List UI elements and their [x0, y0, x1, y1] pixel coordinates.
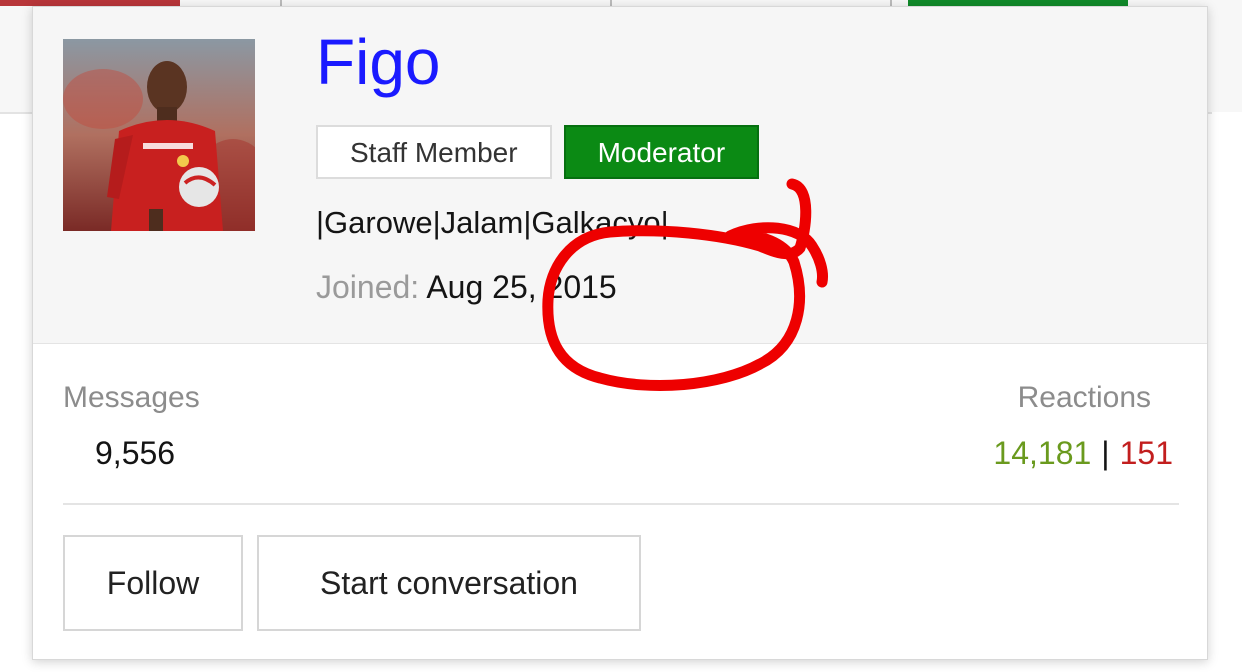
joined-label: Joined:	[316, 269, 420, 305]
messages-label: Messages	[63, 381, 200, 414]
reactions-positive: 14,181	[993, 435, 1092, 471]
avatar[interactable]	[63, 39, 255, 231]
joined-date: Joined: Aug 25, 2015	[316, 269, 617, 306]
background-post-actions	[0, 658, 1242, 672]
start-conversation-button[interactable]: Start conversation	[257, 535, 641, 631]
user-custom-title: |Garowe|Jalam|Galkacyo|	[316, 205, 669, 240]
username-link[interactable]: Figo	[316, 27, 441, 98]
follow-button[interactable]: Follow	[63, 535, 243, 631]
joined-value: Aug 25, 2015	[426, 269, 617, 305]
user-badges: Staff Member Moderator	[316, 125, 760, 179]
messages-count[interactable]: 9,556	[95, 435, 175, 472]
reactions-score: 14,181 | 151	[993, 435, 1173, 472]
reactions-negative: 151	[1119, 435, 1173, 471]
reactions-separator: |	[1101, 435, 1110, 471]
background-right-margin	[1212, 112, 1242, 672]
card-divider	[63, 503, 1179, 505]
staff-member-badge: Staff Member	[316, 125, 552, 179]
member-tooltip-card: Figo Staff Member Moderator |Garowe|Jala…	[32, 6, 1208, 660]
forum-page-background: Figo Staff Member Moderator |Garowe|Jala…	[0, 0, 1242, 672]
reactions-label: Reactions	[1017, 381, 1151, 414]
moderator-badge: Moderator	[563, 125, 760, 179]
member-card-header: Figo Staff Member Moderator |Garowe|Jala…	[33, 7, 1207, 344]
